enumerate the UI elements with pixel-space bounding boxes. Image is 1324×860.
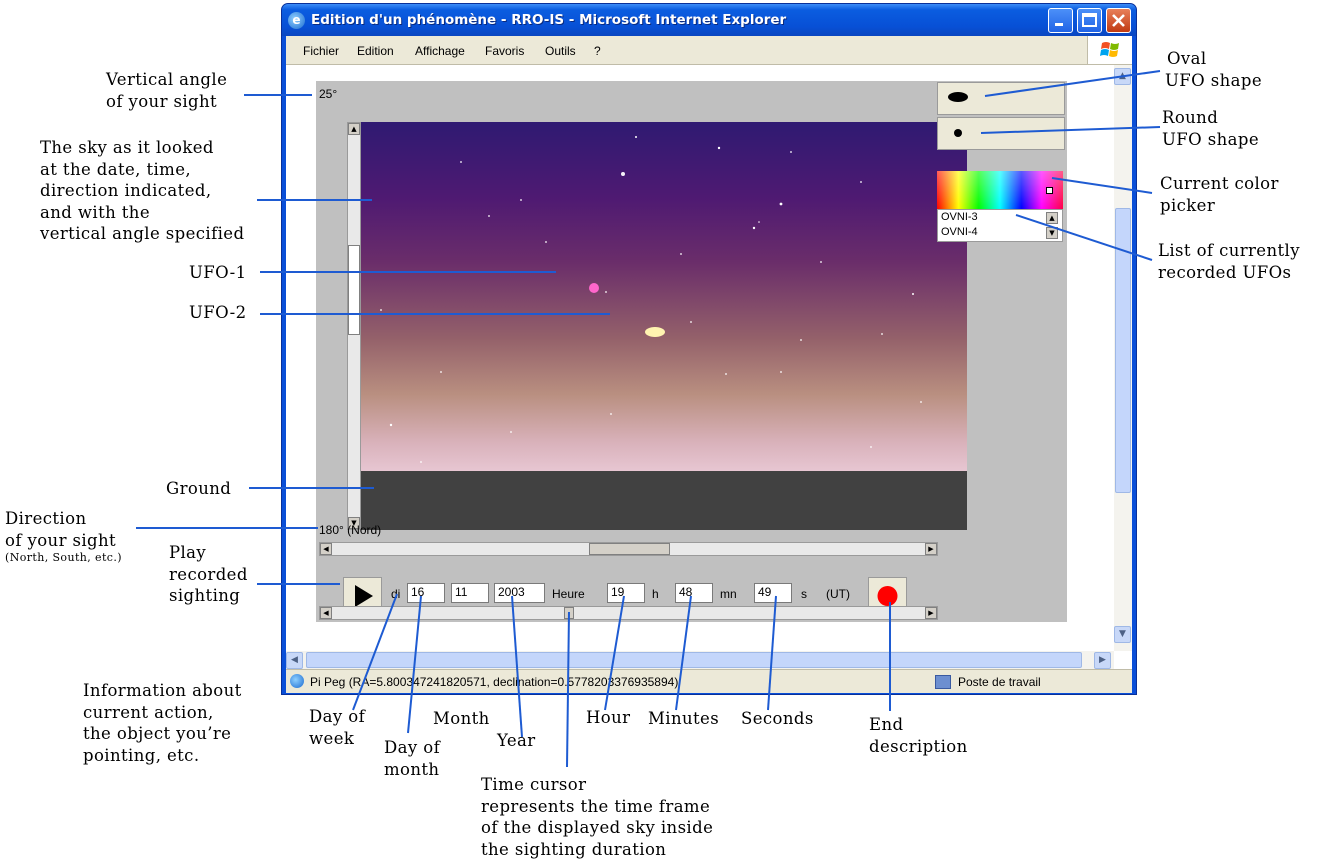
vertical-angle-label: 25° (319, 87, 338, 101)
window-title: Edition d'un phénomène - RRO-IS - Micros… (311, 12, 787, 28)
scroll-up-arrow-icon[interactable]: ▲ (348, 123, 360, 135)
annotation-ground: Ground (166, 479, 232, 498)
sky-view[interactable] (361, 122, 967, 471)
title-bar: e Edition d'un phénomène - RRO-IS - Micr… (282, 4, 1136, 36)
menu-fichier[interactable]: Fichier (303, 44, 339, 58)
status-text: Pi Peg (RA=5.800347241820571, declinatio… (310, 675, 679, 689)
vertical-angle-scrollbar[interactable]: ▲ ▼ (347, 122, 361, 530)
time-cursor-scrollbar[interactable]: ◀ ▶ (319, 606, 938, 620)
menu-edition[interactable]: Edition (357, 44, 394, 58)
list-up-arrow-icon[interactable]: ▲ (1046, 212, 1058, 224)
vertical-angle-thumb[interactable] (348, 245, 360, 335)
mn-label: mn (720, 587, 737, 601)
minimize-button[interactable] (1048, 8, 1073, 33)
status-bar: Pi Peg (RA=5.800347241820571, declinatio… (286, 669, 1132, 693)
page-horizontal-scrollbar[interactable]: ◀ ▶ (286, 651, 1114, 669)
direction-scrollbar[interactable]: ◀ ▶ (319, 542, 938, 556)
annotation-sky: The sky as it looked at the date, time, di… (40, 138, 245, 243)
day-of-week: di (391, 587, 401, 601)
scroll-left-arrow-icon[interactable]: ◀ (320, 543, 332, 555)
windows-logo-icon (1087, 36, 1132, 64)
annotation-minutes: Minutes (648, 709, 720, 728)
annotation-round: Round UFO shape (1162, 108, 1259, 149)
list-item[interactable]: OVNI-3 (941, 211, 978, 223)
annotation-oval: Oval UFO shape (1165, 49, 1262, 90)
heure-label: Heure (552, 587, 585, 601)
oval-shape-button[interactable] (937, 82, 1065, 115)
scroll-right-arrow-icon[interactable]: ▶ (925, 543, 937, 555)
hour-field[interactable]: 19 (607, 583, 645, 603)
seconds-field[interactable]: 49 (754, 583, 792, 603)
ground (361, 471, 967, 530)
page-horizontal-thumb[interactable] (306, 652, 1082, 668)
year-field[interactable]: 2003 (494, 583, 545, 603)
annotation-direction: Direction of your sight (North, South, et… (5, 509, 122, 564)
page-scroll-right-icon[interactable]: ▶ (1094, 652, 1111, 669)
browser-window: e Edition d'un phénomène - RRO-IS - Micr… (281, 3, 1137, 695)
color-picker[interactable] (937, 171, 1063, 209)
annotation-time-cursor: Time cursor represents the time frame of t… (481, 775, 714, 859)
page-content: 25° ▲ ▼ 180° (Nord) ◀ ▶ OVNI-3 OVNI-4 ▲ … (286, 65, 1132, 669)
menu-favoris[interactable]: Favoris (485, 44, 524, 58)
s-label: s (801, 587, 807, 601)
color-picker-marker[interactable] (1046, 187, 1053, 194)
computer-icon (935, 675, 951, 689)
annotation-ufo2: UFO-2 (189, 303, 247, 322)
page-icon (290, 674, 304, 688)
ufo-list[interactable]: OVNI-3 OVNI-4 ▲ ▼ (937, 209, 1063, 242)
page-scroll-up-icon[interactable]: ▲ (1114, 68, 1131, 85)
menu-outils[interactable]: Outils (545, 44, 576, 58)
annotation-hour: Hour (586, 708, 631, 727)
list-item[interactable]: OVNI-4 (941, 226, 978, 238)
annotation-color-picker: Current color picker (1160, 174, 1279, 215)
list-down-arrow-icon[interactable]: ▼ (1046, 227, 1058, 239)
annotation-seconds: Seconds (741, 709, 814, 728)
direction-thumb[interactable] (589, 543, 670, 555)
star-field (380, 136, 942, 463)
ufo-2-marker (645, 327, 665, 337)
time-cursor-thumb[interactable] (564, 607, 574, 619)
day-field[interactable]: 16 (407, 583, 445, 603)
direction-label: 180° (Nord) (319, 523, 382, 537)
annotation-end: End description (869, 715, 968, 756)
menu-bar: Fichier Edition Affichage Favoris Outils… (286, 36, 1132, 65)
menu-affichage[interactable]: Affichage (415, 44, 465, 58)
menu-help[interactable]: ? (594, 44, 601, 58)
time-left-arrow-icon[interactable]: ◀ (320, 607, 332, 619)
annotation-vertical-angle: Vertical angle of your sight (106, 70, 228, 111)
page-vertical-scrollbar[interactable]: ▲ ▼ (1114, 65, 1132, 651)
page-vertical-thumb[interactable] (1115, 208, 1131, 493)
page-scroll-left-icon[interactable]: ◀ (286, 652, 303, 669)
minutes-field[interactable]: 48 (675, 583, 713, 603)
ufo-1-marker (589, 283, 599, 293)
annotation-ufo-list: List of currently recorded UFOs (1158, 241, 1300, 282)
annotation-year: Year (497, 731, 536, 750)
time-right-arrow-icon[interactable]: ▶ (925, 607, 937, 619)
security-zone: Poste de travail (958, 675, 1041, 689)
h-label: h (652, 587, 659, 601)
ut-label: (UT) (826, 587, 850, 601)
annotation-info: Information about current action, the obje… (83, 681, 242, 765)
maximize-button[interactable] (1077, 8, 1102, 33)
ie-icon: e (288, 12, 305, 29)
annotation-month: Month (433, 709, 490, 728)
annotation-day-of-month: Day of month (384, 738, 441, 779)
annotation-ufo1: UFO-1 (189, 263, 247, 282)
sky-applet: 25° ▲ ▼ 180° (Nord) ◀ ▶ OVNI-3 OVNI-4 ▲ … (316, 81, 1067, 622)
page-scroll-down-icon[interactable]: ▼ (1114, 626, 1131, 643)
annotation-play: Play recorded sighting (169, 543, 248, 605)
annotation-day-of-week: Day of week (309, 707, 366, 748)
close-button[interactable] (1106, 8, 1131, 33)
round-shape-button[interactable] (937, 117, 1065, 150)
month-field[interactable]: 11 (451, 583, 489, 603)
